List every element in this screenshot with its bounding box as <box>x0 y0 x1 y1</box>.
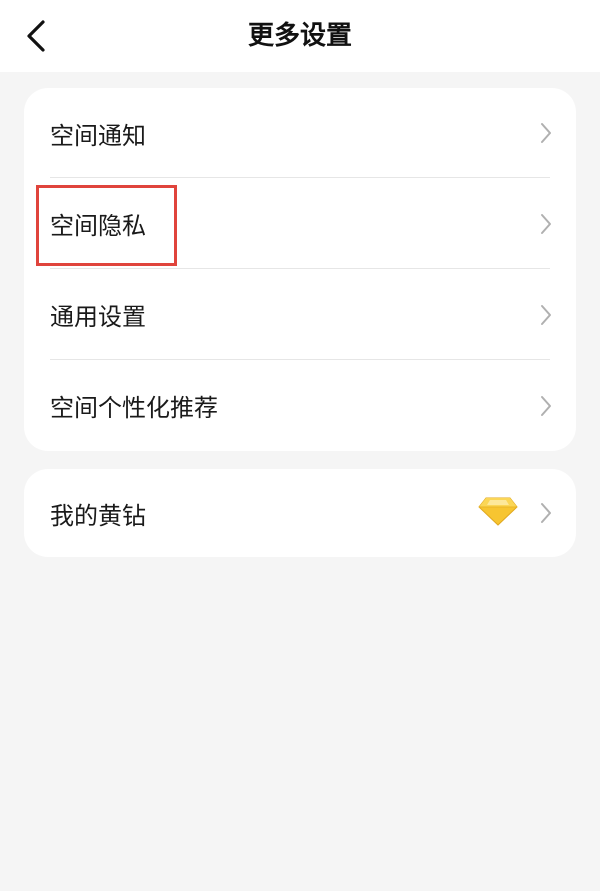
settings-item-notifications[interactable]: 空间通知 <box>24 88 576 178</box>
yellow-diamond-item[interactable]: 我的黄钻 <box>24 469 576 557</box>
chevron-right-icon <box>541 123 551 143</box>
settings-item-privacy[interactable]: 空间隐私 <box>24 178 576 269</box>
yellow-diamond-icon <box>478 497 518 526</box>
chevron-right-icon <box>541 503 551 523</box>
page-title: 更多设置 <box>247 21 352 51</box>
settings-item-recommendation[interactable]: 空间个性化推荐 <box>24 360 576 451</box>
vip-card: 我的黄钻 <box>24 469 576 557</box>
back-button[interactable] <box>16 14 56 58</box>
chevron-left-icon <box>27 20 45 52</box>
settings-item-label: 通用设置 <box>50 303 146 331</box>
chevron-right-icon <box>541 304 551 325</box>
settings-item-general[interactable]: 通用设置 <box>24 269 576 360</box>
chevron-right-icon <box>541 395 551 416</box>
settings-item-label: 空间通知 <box>50 121 146 150</box>
settings-card: 空间通知 空间隐私 通用设置 空间个性化推荐 <box>24 88 576 451</box>
settings-item-label: 空间个性化推荐 <box>50 394 218 422</box>
settings-item-label: 空间隐私 <box>50 212 146 240</box>
yellow-diamond-label: 我的黄钻 <box>50 501 146 530</box>
chevron-right-icon <box>541 213 551 234</box>
top-bar: 更多设置 <box>0 0 600 72</box>
